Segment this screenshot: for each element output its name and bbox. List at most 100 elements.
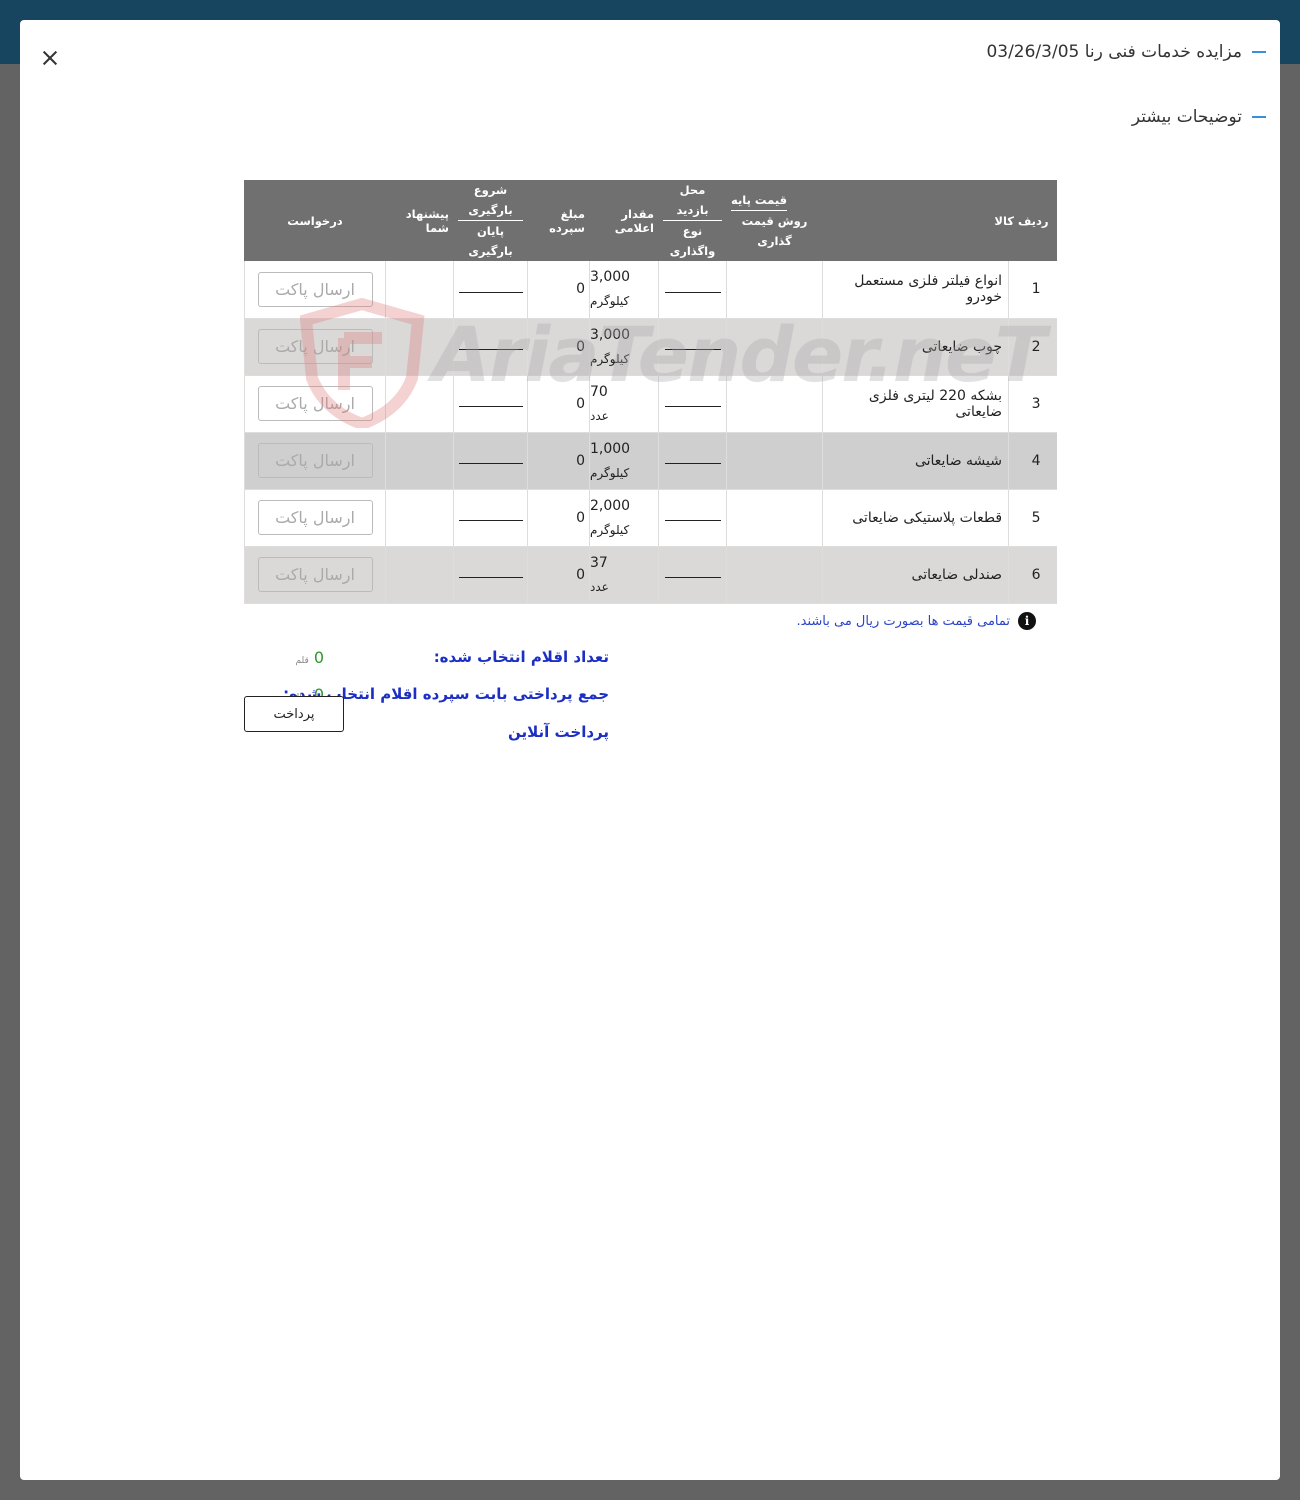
- visit-cell: [658, 261, 727, 319]
- send-packet-button[interactable]: ارسال پاکت: [257, 443, 373, 478]
- qty-value: 3,000: [590, 326, 631, 343]
- table-row: 5 قطعات پلاستیکی ضایعاتی 2,000 کیلوگرم 0 …: [244, 489, 1057, 547]
- visit-cell: [658, 318, 727, 376]
- empty-value-line: [664, 520, 721, 521]
- empty-value-line: [664, 406, 721, 407]
- qty-unit: عدد: [590, 408, 609, 423]
- row-number: 3: [1008, 375, 1057, 433]
- more-dash: [1252, 116, 1266, 118]
- header-loading-end: پایان بارگیری: [468, 224, 513, 258]
- row-number: 4: [1008, 432, 1057, 490]
- title-dash: [1252, 51, 1266, 53]
- base-price-cell: [726, 375, 823, 433]
- visit-cell: [658, 432, 727, 490]
- header-visit: محل بازدید نوع واگذاری: [658, 180, 727, 261]
- send-packet-button[interactable]: ارسال پاکت: [257, 386, 373, 421]
- qty-cell: 3,000 کیلوگرم: [589, 261, 659, 319]
- deposit-value: 0: [527, 489, 590, 547]
- row-number: 6: [1008, 546, 1057, 604]
- row-number: 2: [1008, 318, 1057, 376]
- visit-cell: [658, 375, 727, 433]
- header-loading: شروع بارگیری پایان بارگیری: [453, 180, 528, 261]
- qty-cell: 1,000 کیلوگرم: [589, 432, 659, 490]
- loading-cell: [453, 432, 528, 490]
- request-cell: ارسال پاکت: [244, 318, 386, 376]
- qty-value: 2,000: [590, 497, 631, 514]
- selected-count-value: 0 قلم: [296, 648, 324, 667]
- row-number: 1: [1008, 261, 1057, 319]
- loading-cell: [453, 318, 528, 376]
- qty-cell: 2,000 کیلوگرم: [589, 489, 659, 547]
- header-visit-location: محل بازدید: [663, 180, 722, 221]
- qty-value: 3,000: [590, 269, 631, 286]
- close-icon[interactable]: [38, 46, 62, 70]
- item-name: قطعات پلاستیکی ضایعاتی: [821, 489, 1009, 547]
- more-details-toggle[interactable]: توضیحات بیشتر: [1132, 107, 1266, 127]
- visit-cell: [658, 489, 727, 547]
- empty-value-line: [458, 520, 523, 521]
- empty-value-line: [458, 406, 523, 407]
- table-row: 2 چوب ضایعاتی 3,000 کیلوگرم 0 ارسال پاکت: [244, 318, 1057, 376]
- empty-value-line: [458, 291, 523, 293]
- empty-value-line: [664, 291, 721, 293]
- request-cell: ارسال پاکت: [244, 546, 386, 604]
- count-number: 0: [313, 648, 324, 667]
- qty-unit: کیلوگرم: [590, 294, 630, 309]
- table-row: 4 شیشه ضایعاتی 1,000 کیلوگرم 0 ارسال پاکت: [244, 432, 1057, 490]
- header-announced-qty: مقدار اعلامی: [589, 180, 659, 261]
- send-packet-button[interactable]: ارسال پاکت: [257, 271, 373, 307]
- modal-title: مزایده خدمات فنی رنا 03/26/3/05: [986, 42, 1266, 62]
- row-number: 5: [1008, 489, 1057, 547]
- qty-unit: کیلوگرم: [590, 465, 630, 480]
- empty-value-line: [664, 463, 721, 464]
- table-row: 3 بشکه 220 لیتری فلزی ضایعاتی 70 عدد 0 ار…: [244, 375, 1057, 433]
- base-price-cell: [726, 489, 823, 547]
- qty-value: 37: [590, 554, 608, 571]
- base-price-cell: [726, 261, 823, 319]
- deposit-value: 0: [527, 375, 590, 433]
- request-cell: ارسال پاکت: [244, 375, 386, 433]
- request-cell: ارسال پاکت: [244, 261, 386, 319]
- send-packet-button[interactable]: ارسال پاکت: [257, 557, 373, 592]
- offer-cell: [385, 375, 454, 433]
- modal-title-text: مزایده خدمات فنی رنا 03/26/3/05: [986, 42, 1242, 62]
- table-row: 6 صندلی ضایعاتی 37 عدد 0 ارسال پاکت: [244, 546, 1057, 604]
- offer-cell: [385, 432, 454, 490]
- qty-cell: 3,000 کیلوگرم: [589, 318, 659, 376]
- header-row-item: ردیف کالا: [821, 180, 1057, 261]
- send-packet-button[interactable]: ارسال پاکت: [257, 500, 373, 535]
- offer-cell: [385, 489, 454, 547]
- deposit-value: 0: [527, 432, 590, 490]
- item-name: بشکه 220 لیتری فلزی ضایعاتی: [821, 375, 1009, 433]
- header-pricing-method: روش قیمت گذاری: [741, 214, 808, 248]
- header-assignment-type: نوع واگذاری: [669, 224, 716, 258]
- header-deposit: مبلغ سپرده: [527, 180, 590, 261]
- empty-value-line: [664, 349, 721, 350]
- header-loading-start: شروع بارگیری: [458, 180, 523, 221]
- request-cell: ارسال پاکت: [244, 489, 386, 547]
- auction-modal: مزایده خدمات فنی رنا 03/26/3/05 توضیحات …: [20, 20, 1280, 1480]
- visit-cell: [658, 546, 727, 604]
- selected-count-label: تعداد اقلام انتخاب شده:: [433, 648, 609, 666]
- item-name: شیشه ضایعاتی: [821, 432, 1009, 490]
- empty-value-line: [664, 577, 721, 578]
- send-packet-button[interactable]: ارسال پاکت: [257, 329, 373, 364]
- qty-unit: عدد: [590, 579, 609, 594]
- more-details-text: توضیحات بیشتر: [1131, 107, 1242, 127]
- item-name: صندلی ضایعاتی: [821, 546, 1009, 604]
- offer-cell: [385, 318, 454, 376]
- online-payment-label: پرداخت آنلاین: [507, 723, 609, 741]
- qty-cell: 37 عدد: [589, 546, 659, 604]
- loading-cell: [453, 261, 528, 319]
- pay-button[interactable]: پرداخت: [244, 696, 344, 732]
- loading-cell: [453, 489, 528, 547]
- rial-note-text: تمامی قیمت ها بصورت ریال می باشند.: [796, 613, 1011, 629]
- qty-unit: کیلوگرم: [590, 351, 630, 366]
- empty-value-line: [458, 463, 523, 464]
- table-row: 1 انواع فیلتر فلزی مستعمل خودرو 3,000 کیل…: [244, 261, 1057, 319]
- empty-value-line: [458, 577, 523, 578]
- qty-cell: 70 عدد: [589, 375, 659, 433]
- header-base-price: قیمت پایه: [731, 190, 788, 211]
- base-price-cell: [726, 318, 823, 376]
- offer-cell: [385, 546, 454, 604]
